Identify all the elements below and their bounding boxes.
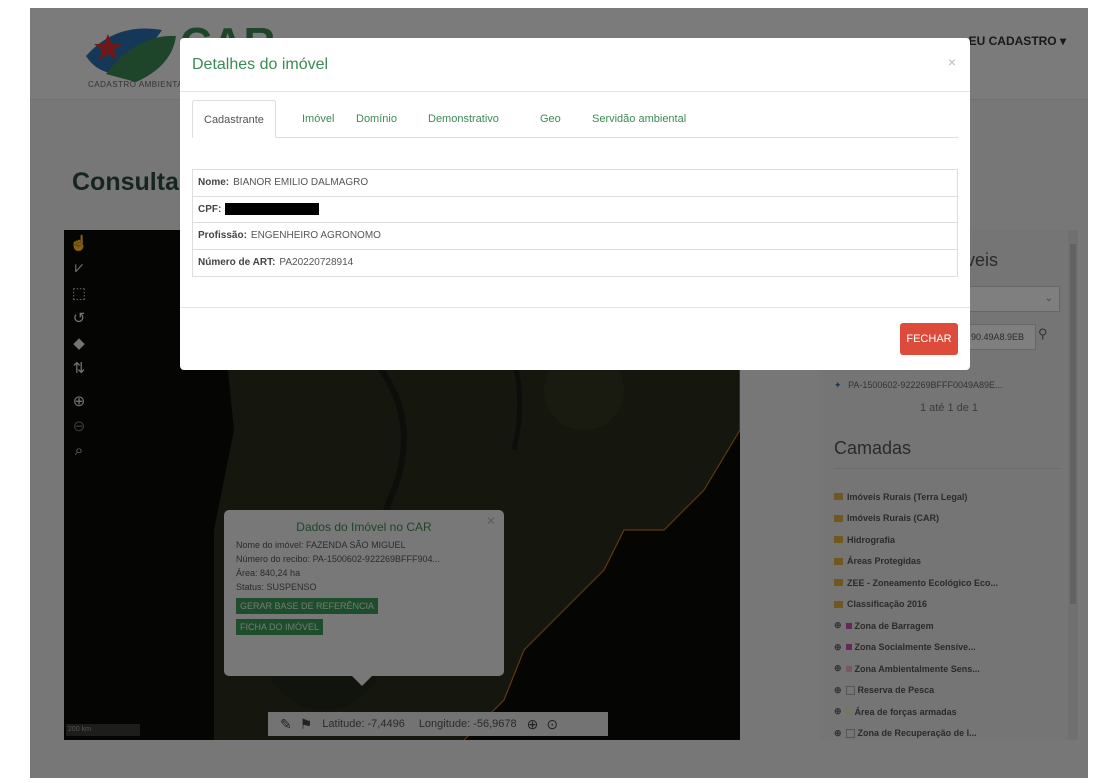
modal-title: Detalhes do imóvel bbox=[192, 56, 329, 73]
info-row-nome: Nome: BIANOR EMILIO DALMAGRO bbox=[193, 170, 957, 197]
art-value: PA20220728914 bbox=[279, 257, 354, 269]
tab-imovel[interactable]: Imóvel bbox=[302, 100, 334, 138]
nome-value: BIANOR EMILIO DALMAGRO bbox=[233, 177, 369, 189]
profissao-label: Profissão: bbox=[198, 230, 247, 242]
close-button[interactable]: FECHAR bbox=[900, 323, 958, 355]
cpf-label: CPF: bbox=[198, 203, 222, 215]
tab-dominio[interactable]: Domínio bbox=[356, 100, 397, 138]
property-details-modal: Detalhes do imóvel × Cadastrante Imóvel … bbox=[180, 38, 970, 370]
info-row-art: Número de ART: PA20220728914 bbox=[193, 250, 957, 277]
modal-tabs: Cadastrante Imóvel Domínio Demonstrativo… bbox=[192, 100, 958, 138]
cpf-redacted bbox=[225, 203, 320, 216]
info-row-cpf: CPF: bbox=[193, 197, 957, 223]
page: CAR CADASTRO AMBIENTAL RURAL EU CADASTRO… bbox=[30, 8, 1088, 778]
tab-cadastrante[interactable]: Cadastrante bbox=[192, 100, 276, 138]
info-row-profissao: Profissão: ENGENHEIRO AGRONOMO bbox=[193, 223, 957, 250]
art-label: Número de ART: bbox=[198, 257, 276, 269]
modal-header: Detalhes do imóvel × bbox=[180, 38, 970, 92]
nome-label: Nome: bbox=[198, 177, 230, 189]
tab-servidao-ambiental[interactable]: Servidão ambiental bbox=[592, 100, 686, 138]
close-icon[interactable]: × bbox=[948, 54, 956, 70]
tab-geo[interactable]: Geo bbox=[540, 100, 561, 138]
profissao-value: ENGENHEIRO AGRONOMO bbox=[250, 230, 381, 242]
modal-footer: FECHAR bbox=[180, 307, 970, 370]
registrant-info-table: Nome: BIANOR EMILIO DALMAGRO CPF: Profis… bbox=[192, 169, 958, 277]
tab-demonstrativo[interactable]: Demonstrativo bbox=[428, 100, 499, 138]
